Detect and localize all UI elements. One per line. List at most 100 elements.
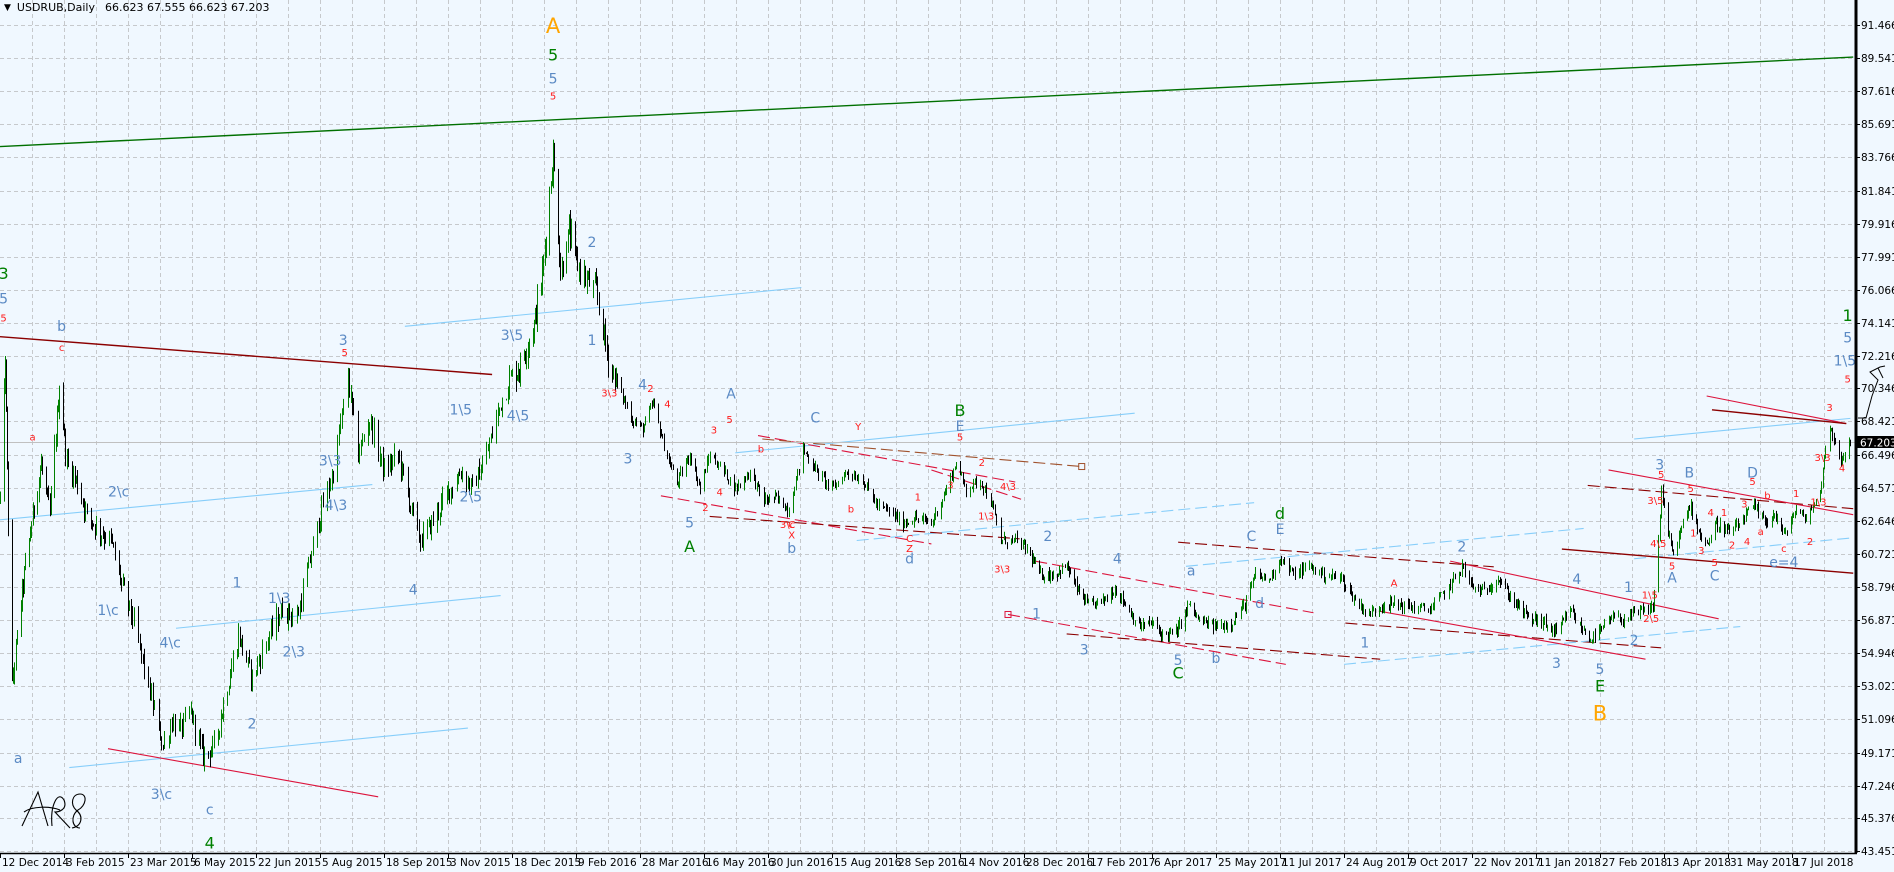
time-tick-label: 11 Jan 2018 (1538, 857, 1601, 869)
wave-label-blue: C (1710, 569, 1720, 585)
price-tick-label: 60.721 (1861, 549, 1894, 561)
wave-label-red: 2 (647, 384, 653, 395)
wave-label-blue: 2\3 (283, 644, 306, 660)
wave-label-green: d (1275, 504, 1285, 523)
wave-label-blue: C (810, 410, 820, 426)
wave-label-blue: 4 (1113, 551, 1122, 567)
wave-label-red: 5 (1687, 484, 1693, 495)
wave-label-red: 4 (664, 400, 670, 411)
trendline-lightblue (0, 484, 373, 521)
wave-label-blue: 1\5 (1834, 354, 1857, 370)
price-tick-label: 47.246 (1861, 781, 1894, 793)
time-axis[interactable]: 12 Dec 20143 Feb 2015 23 Mar 20156 May 20… (0, 852, 1857, 869)
wave-label-red: 1 (1721, 508, 1727, 519)
wave-label-red: a (1758, 527, 1764, 538)
wave-label-red: 2 (702, 503, 708, 514)
wave-label-red: 2 (1807, 537, 1813, 548)
price-tick-label: 91.466 (1861, 20, 1894, 32)
wave-label-blue: B (1685, 465, 1695, 481)
wave-label-red: 5 (1658, 470, 1664, 481)
wave-label-red: 3\3 (1815, 453, 1831, 464)
wave-label-blue: d (905, 551, 914, 567)
wave-label-blue: a (14, 751, 23, 767)
time-tick-label: 25 May 2017 (1218, 857, 1286, 869)
price-tick-label: 76.066 (1861, 285, 1894, 297)
trendline-darkred (1561, 548, 1854, 574)
wave-label-blue: 3 (624, 452, 633, 468)
trendline-crimson (1007, 613, 1286, 665)
triangle-down-icon[interactable]: ▼ (4, 3, 11, 13)
time-tick-label: 17 Feb 2017 (1090, 857, 1155, 869)
time-tick-label: 23 Mar 2015 (130, 857, 197, 869)
time-tick-label: 13 Apr 2018 (1666, 857, 1731, 869)
wave-label-blue: 4\3 (325, 498, 348, 514)
price-tick-label: 43.451 (1861, 846, 1894, 858)
wave-label-red: b (1764, 491, 1770, 502)
wave-label-red: c (59, 343, 65, 354)
price-tick-label: 51.096 (1861, 714, 1894, 726)
grid (0, 0, 1855, 853)
wave-label-blue: 4\5 (507, 409, 530, 425)
price-tick-label: 77.991 (1861, 252, 1894, 264)
current-price-label: 67.203 (1860, 438, 1894, 450)
trendline-lightblue (856, 502, 1255, 542)
time-tick-label: 11 Jul 2017 (1282, 857, 1341, 869)
time-tick-label: 24 Aug 2017 (1346, 857, 1413, 869)
price-tick-label: 72.216 (1861, 351, 1894, 363)
wave-label-red: 1 (1793, 489, 1799, 500)
time-tick-label: 6 May 2015 (194, 857, 256, 869)
time-tick-label: 3 Feb 2015 (66, 857, 125, 869)
price-tick-label: 64.571 (1861, 483, 1894, 495)
wave-label-blue: 1 (1360, 636, 1369, 652)
wave-label-blue: 2 (247, 717, 256, 733)
wave-label-blue: 1\3 (268, 591, 291, 607)
price-tick-label: 54.946 (1861, 648, 1894, 660)
time-tick-label: 28 Dec 2016 (1026, 857, 1093, 869)
ohlc-values: 66.623 67.555 66.623 67.203 (105, 1, 270, 14)
wave-label-red: 5 (1669, 561, 1675, 572)
wave-label-blue: 4 (409, 582, 418, 598)
wave-label-blue: 2 (588, 235, 597, 251)
wave-label-green: B (955, 401, 966, 420)
signature (21, 790, 86, 829)
wave-label-blue: 3 (1552, 656, 1561, 672)
wave-label-red: 1\5 (1642, 591, 1658, 602)
price-tick-label: 79.916 (1861, 219, 1894, 231)
wave-label-red: 5 (957, 432, 963, 443)
wave-label-blue: 4 (638, 378, 647, 394)
wave-label-red: 3\5 (1647, 496, 1663, 507)
wave-label-red: b (848, 505, 854, 516)
time-tick-label: 22 Jun 2015 (258, 857, 321, 869)
wave-label-red: 3 (947, 480, 953, 491)
wave-label-red: 4 (716, 487, 722, 498)
time-tick-label: 28 Sep 2016 (898, 857, 965, 869)
price-axis[interactable]: 91.466 89.541 87.616 85.691 83.766 81.841 79.9… (1854, 0, 1894, 858)
wave-label-green: 1 (1843, 306, 1853, 325)
wave-label-blue: 1 (232, 576, 241, 592)
wave-label-red: 2 (979, 458, 985, 469)
wave-label-red: A (1391, 579, 1398, 590)
wave-label-blue: 3\3 (319, 453, 342, 469)
wave-label-blue: c (206, 803, 214, 819)
wave-label-red: 3\3 (601, 388, 617, 399)
trendline-brown (762, 438, 1082, 468)
wave-label-red: 1 (915, 492, 921, 503)
wave-label-red: 5 (550, 92, 556, 103)
trendline-crimson (107, 748, 379, 798)
wave-label-red: Y (854, 422, 862, 433)
current-price-marker: 67.203 (1857, 436, 1894, 450)
price-chart[interactable]: A555355bca2\c1\c4\c3\cac4121\32\3353\34\… (0, 0, 1894, 872)
wave-label-blue: b (1212, 651, 1221, 667)
price-tick-label: 56.871 (1861, 615, 1894, 627)
price-tick-label: 89.541 (1861, 53, 1894, 65)
wave-label-blue: 2 (1043, 529, 1052, 545)
wave-label-red: 2\5 (1643, 614, 1659, 625)
wave-label-blue: A (726, 386, 736, 402)
wave-label-green: E (1595, 676, 1605, 695)
wave-label-red: 1\3 (978, 511, 994, 522)
wave-label-blue: b (787, 541, 796, 557)
time-tick-label: 18 Dec 2015 (514, 857, 581, 869)
chart-header: ▼ USDRUB,Daily 66.623 67.555 66.623 67.2… (4, 1, 269, 14)
wave-label-blue: 3\c (151, 787, 172, 803)
wave-label-blue: 3 (1080, 643, 1089, 659)
